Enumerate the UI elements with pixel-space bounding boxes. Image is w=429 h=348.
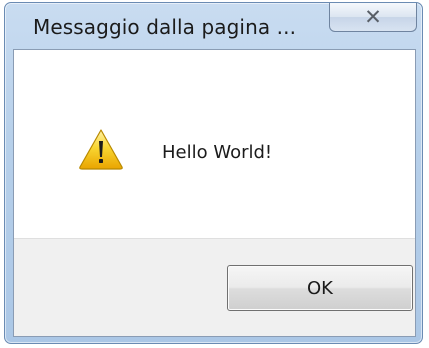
close-icon: ✕ bbox=[364, 4, 382, 29]
dialog-window: Messaggio dalla pagina ... ✕ Hello World… bbox=[4, 2, 423, 344]
dialog-title: Messaggio dalla pagina ... bbox=[33, 15, 297, 39]
title-bar[interactable]: Messaggio dalla pagina ... ✕ bbox=[5, 3, 422, 49]
ok-button[interactable]: OK bbox=[227, 265, 413, 311]
dialog-client-area: Hello World! OK bbox=[13, 49, 416, 337]
button-bar: OK bbox=[14, 238, 415, 336]
close-button[interactable]: ✕ bbox=[329, 3, 417, 32]
dialog-message: Hello World! bbox=[162, 142, 273, 163]
message-area: Hello World! bbox=[14, 50, 415, 238]
warning-icon bbox=[79, 129, 123, 170]
